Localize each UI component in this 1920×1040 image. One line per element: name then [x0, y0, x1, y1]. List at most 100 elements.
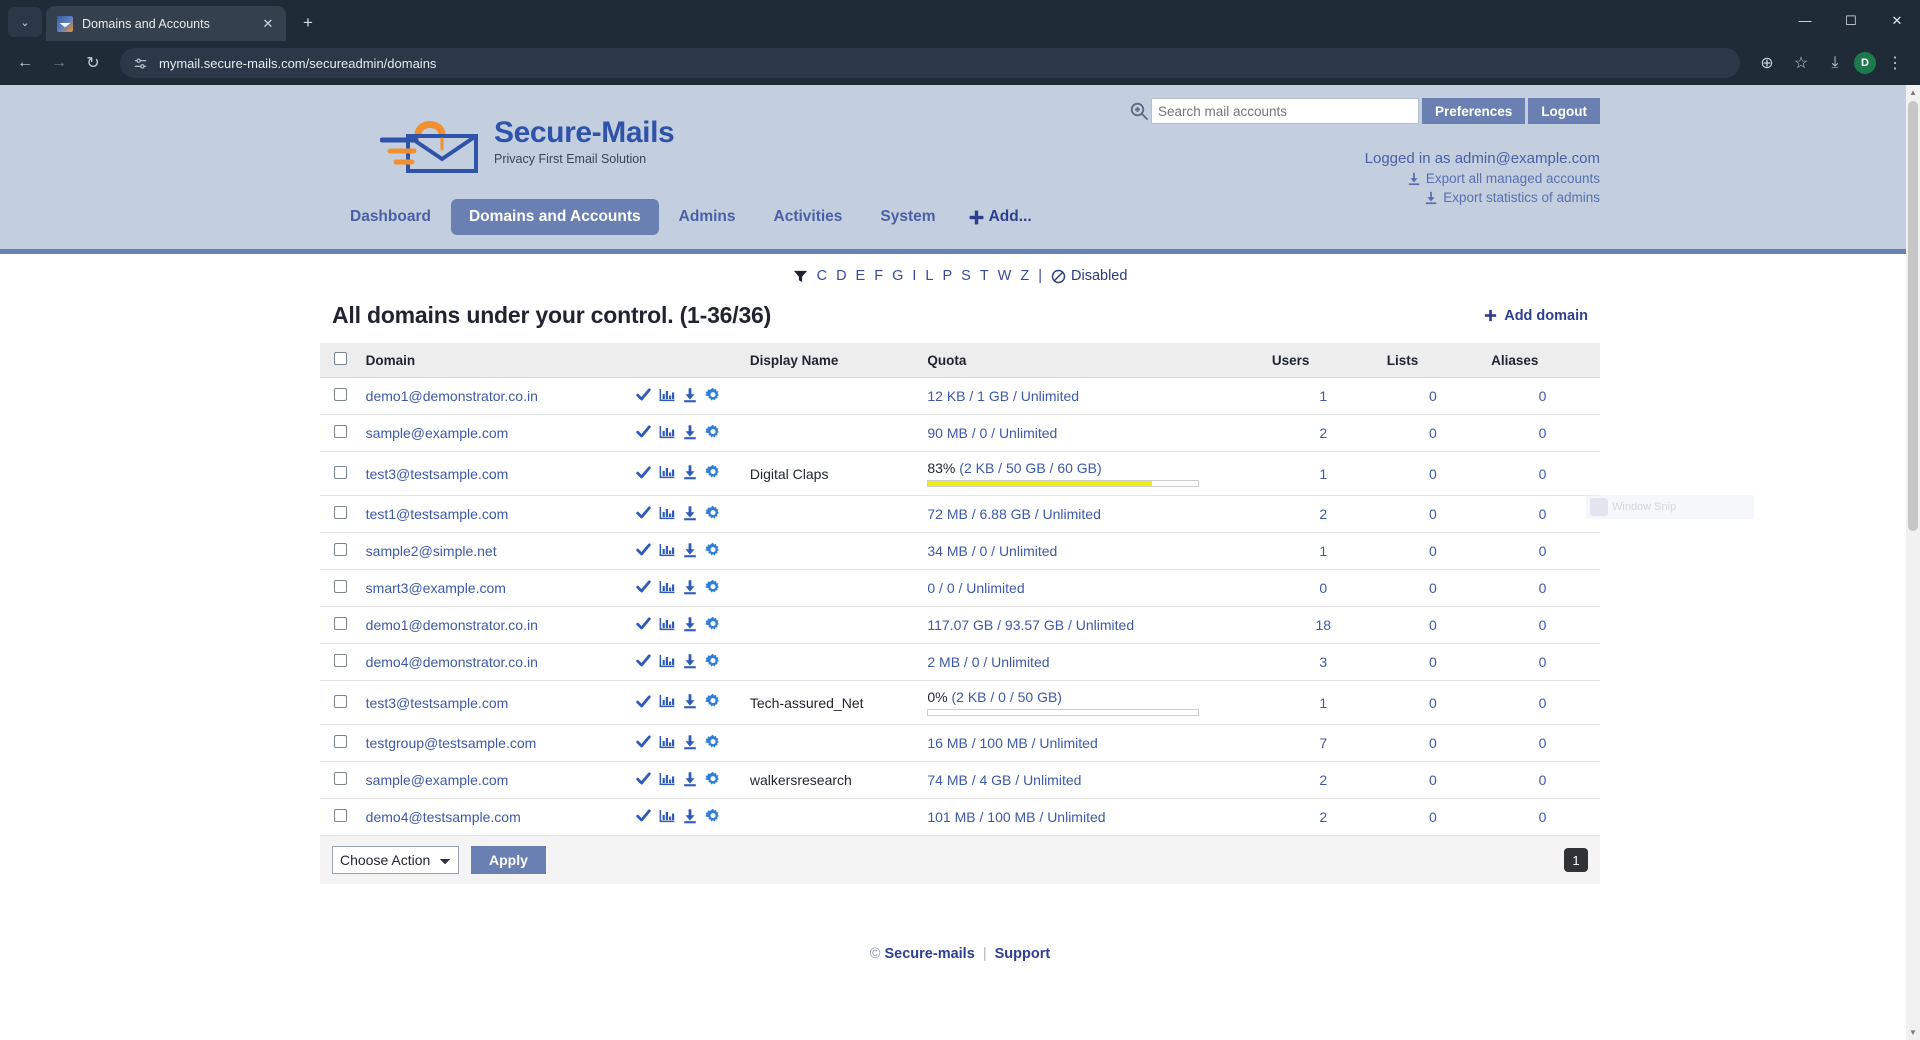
close-window-button[interactable]: ✕ [1874, 0, 1920, 41]
table-row[interactable]: demo4@demonstrator.co.in 2 MB / 0 / Unlim… [320, 643, 1600, 681]
gear-icon[interactable] [705, 579, 721, 598]
download-icon[interactable] [682, 734, 698, 753]
statistics-icon[interactable] [659, 579, 675, 598]
domain-link[interactable]: smart3@example.com [366, 580, 506, 596]
gear-icon[interactable] [705, 542, 721, 561]
domain-link[interactable]: demo4@demonstrator.co.in [366, 654, 538, 670]
reload-icon[interactable]: ↻ [78, 48, 108, 78]
check-icon[interactable] [635, 541, 652, 561]
domain-link[interactable]: sample@example.com [366, 425, 509, 441]
gear-icon[interactable] [705, 808, 721, 827]
filter-letter-p[interactable]: P [942, 268, 952, 284]
download-icon[interactable] [682, 464, 698, 483]
filter-letter-l[interactable]: L [925, 268, 933, 284]
gear-icon[interactable] [705, 464, 721, 483]
minimize-button[interactable]: — [1782, 0, 1828, 41]
row-checkbox[interactable] [334, 543, 347, 556]
gear-icon[interactable] [705, 693, 721, 712]
export-accounts-link[interactable]: Export all managed accounts [1365, 171, 1600, 186]
column-header-domain[interactable]: Domain [359, 343, 630, 378]
domain-link[interactable]: sample@example.com [366, 772, 509, 788]
zoom-icon[interactable]: ⊕ [1752, 48, 1782, 78]
table-row[interactable]: smart3@example.com 0 / 0 / Unlimited 0 0 0 [320, 569, 1600, 607]
domain-link[interactable]: demo1@demonstrator.co.in [366, 388, 538, 404]
select-all-checkbox[interactable] [334, 352, 347, 365]
gear-icon[interactable] [705, 387, 721, 406]
gear-icon[interactable] [705, 505, 721, 524]
gear-icon[interactable] [705, 653, 721, 672]
gear-icon[interactable] [705, 616, 721, 635]
check-icon[interactable] [635, 770, 652, 790]
statistics-icon[interactable] [659, 771, 675, 790]
check-icon[interactable] [635, 504, 652, 524]
check-icon[interactable] [635, 423, 652, 443]
row-checkbox[interactable] [334, 809, 347, 822]
table-row[interactable]: demo1@demonstrator.co.in 117.07 GB / 93.5… [320, 606, 1600, 644]
table-row[interactable]: sample@example.com 90 MB / 0 / Unlimited 2… [320, 414, 1600, 452]
gear-icon[interactable] [705, 424, 721, 443]
funnel-icon[interactable] [793, 269, 808, 284]
table-row[interactable]: demo4@testsample.com 101 MB / 100 MB / Un… [320, 798, 1600, 836]
row-checkbox[interactable] [334, 465, 347, 479]
download-icon[interactable] [682, 616, 698, 635]
scroll-up-arrow[interactable]: ▲ [1908, 88, 1918, 97]
row-checkbox[interactable] [334, 388, 347, 401]
statistics-icon[interactable] [659, 734, 675, 753]
table-row[interactable]: testgroup@testsample.com 16 MB / 100 MB /… [320, 724, 1600, 762]
back-icon[interactable]: ← [10, 48, 40, 78]
nav-item-system[interactable]: System [862, 199, 953, 235]
filter-letter-t[interactable]: T [980, 268, 989, 284]
filter-letter-d[interactable]: D [836, 268, 846, 284]
nav-item-admins[interactable]: Admins [661, 199, 754, 235]
footer-support-link[interactable]: Support [995, 946, 1051, 962]
table-row[interactable]: sample2@simple.net 34 MB / 0 / Unlimited 1… [320, 532, 1600, 570]
forward-icon[interactable]: → [44, 48, 74, 78]
page-scrollbar[interactable]: ▲ ▼ [1906, 85, 1920, 1040]
row-checkbox[interactable] [334, 580, 347, 593]
nav-item-activities[interactable]: Activities [756, 199, 861, 235]
row-checkbox[interactable] [334, 506, 347, 519]
site-settings-icon[interactable] [132, 55, 149, 72]
table-row[interactable]: test1@testsample.com 72 MB / 6.88 GB / Un… [320, 495, 1600, 533]
add-domain-button[interactable]: Add domain [1483, 308, 1588, 324]
scrollbar-thumb[interactable] [1908, 101, 1918, 531]
row-checkbox[interactable] [334, 617, 347, 630]
scroll-down-arrow[interactable]: ▼ [1908, 1028, 1918, 1037]
filter-letter-s[interactable]: S [961, 268, 971, 284]
filter-letter-f[interactable]: F [874, 268, 883, 284]
domain-link[interactable]: demo1@demonstrator.co.in [366, 617, 538, 633]
gear-icon[interactable] [705, 734, 721, 753]
column-header-lists[interactable]: Lists [1380, 343, 1486, 378]
download-icon[interactable] [682, 693, 698, 712]
table-row[interactable]: demo1@demonstrator.co.in 12 KB / 1 GB / U… [320, 377, 1600, 415]
filter-letter-c[interactable]: C [817, 268, 827, 284]
statistics-icon[interactable] [659, 424, 675, 443]
download-icon[interactable] [682, 771, 698, 790]
domain-link[interactable]: test3@testsample.com [366, 466, 509, 482]
row-checkbox[interactable] [334, 772, 347, 785]
browser-tab[interactable]: Domains and Accounts ✕ [46, 6, 286, 41]
filter-letter-i[interactable]: I [912, 268, 916, 284]
column-header-aliases[interactable]: Aliases [1485, 343, 1600, 378]
avatar[interactable]: D [1854, 52, 1876, 74]
statistics-icon[interactable] [659, 653, 675, 672]
filter-letter-z[interactable]: Z [1020, 268, 1029, 284]
row-checkbox[interactable] [334, 425, 347, 438]
domain-link[interactable]: test3@testsample.com [366, 695, 509, 711]
browser-menu-icon[interactable]: ⋮ [1880, 48, 1910, 78]
download-icon[interactable] [682, 542, 698, 561]
domain-link[interactable]: testgroup@testsample.com [366, 735, 537, 751]
choose-action-select[interactable]: Choose Action [332, 846, 459, 874]
column-header-display-name[interactable]: Display Name [743, 343, 922, 378]
statistics-icon[interactable] [659, 693, 675, 712]
domain-link[interactable]: demo4@testsample.com [366, 809, 521, 825]
download-icon[interactable] [682, 505, 698, 524]
domain-link[interactable]: test1@testsample.com [366, 506, 509, 522]
filter-disabled[interactable]: Disabled [1051, 268, 1127, 284]
statistics-icon[interactable] [659, 616, 675, 635]
address-bar[interactable]: mymail.secure-mails.com/secureadmin/doma… [120, 48, 1740, 78]
statistics-icon[interactable] [659, 387, 675, 406]
close-icon[interactable]: ✕ [258, 14, 278, 34]
search-input[interactable] [1150, 98, 1419, 124]
bookmark-star-icon[interactable]: ☆ [1786, 48, 1816, 78]
